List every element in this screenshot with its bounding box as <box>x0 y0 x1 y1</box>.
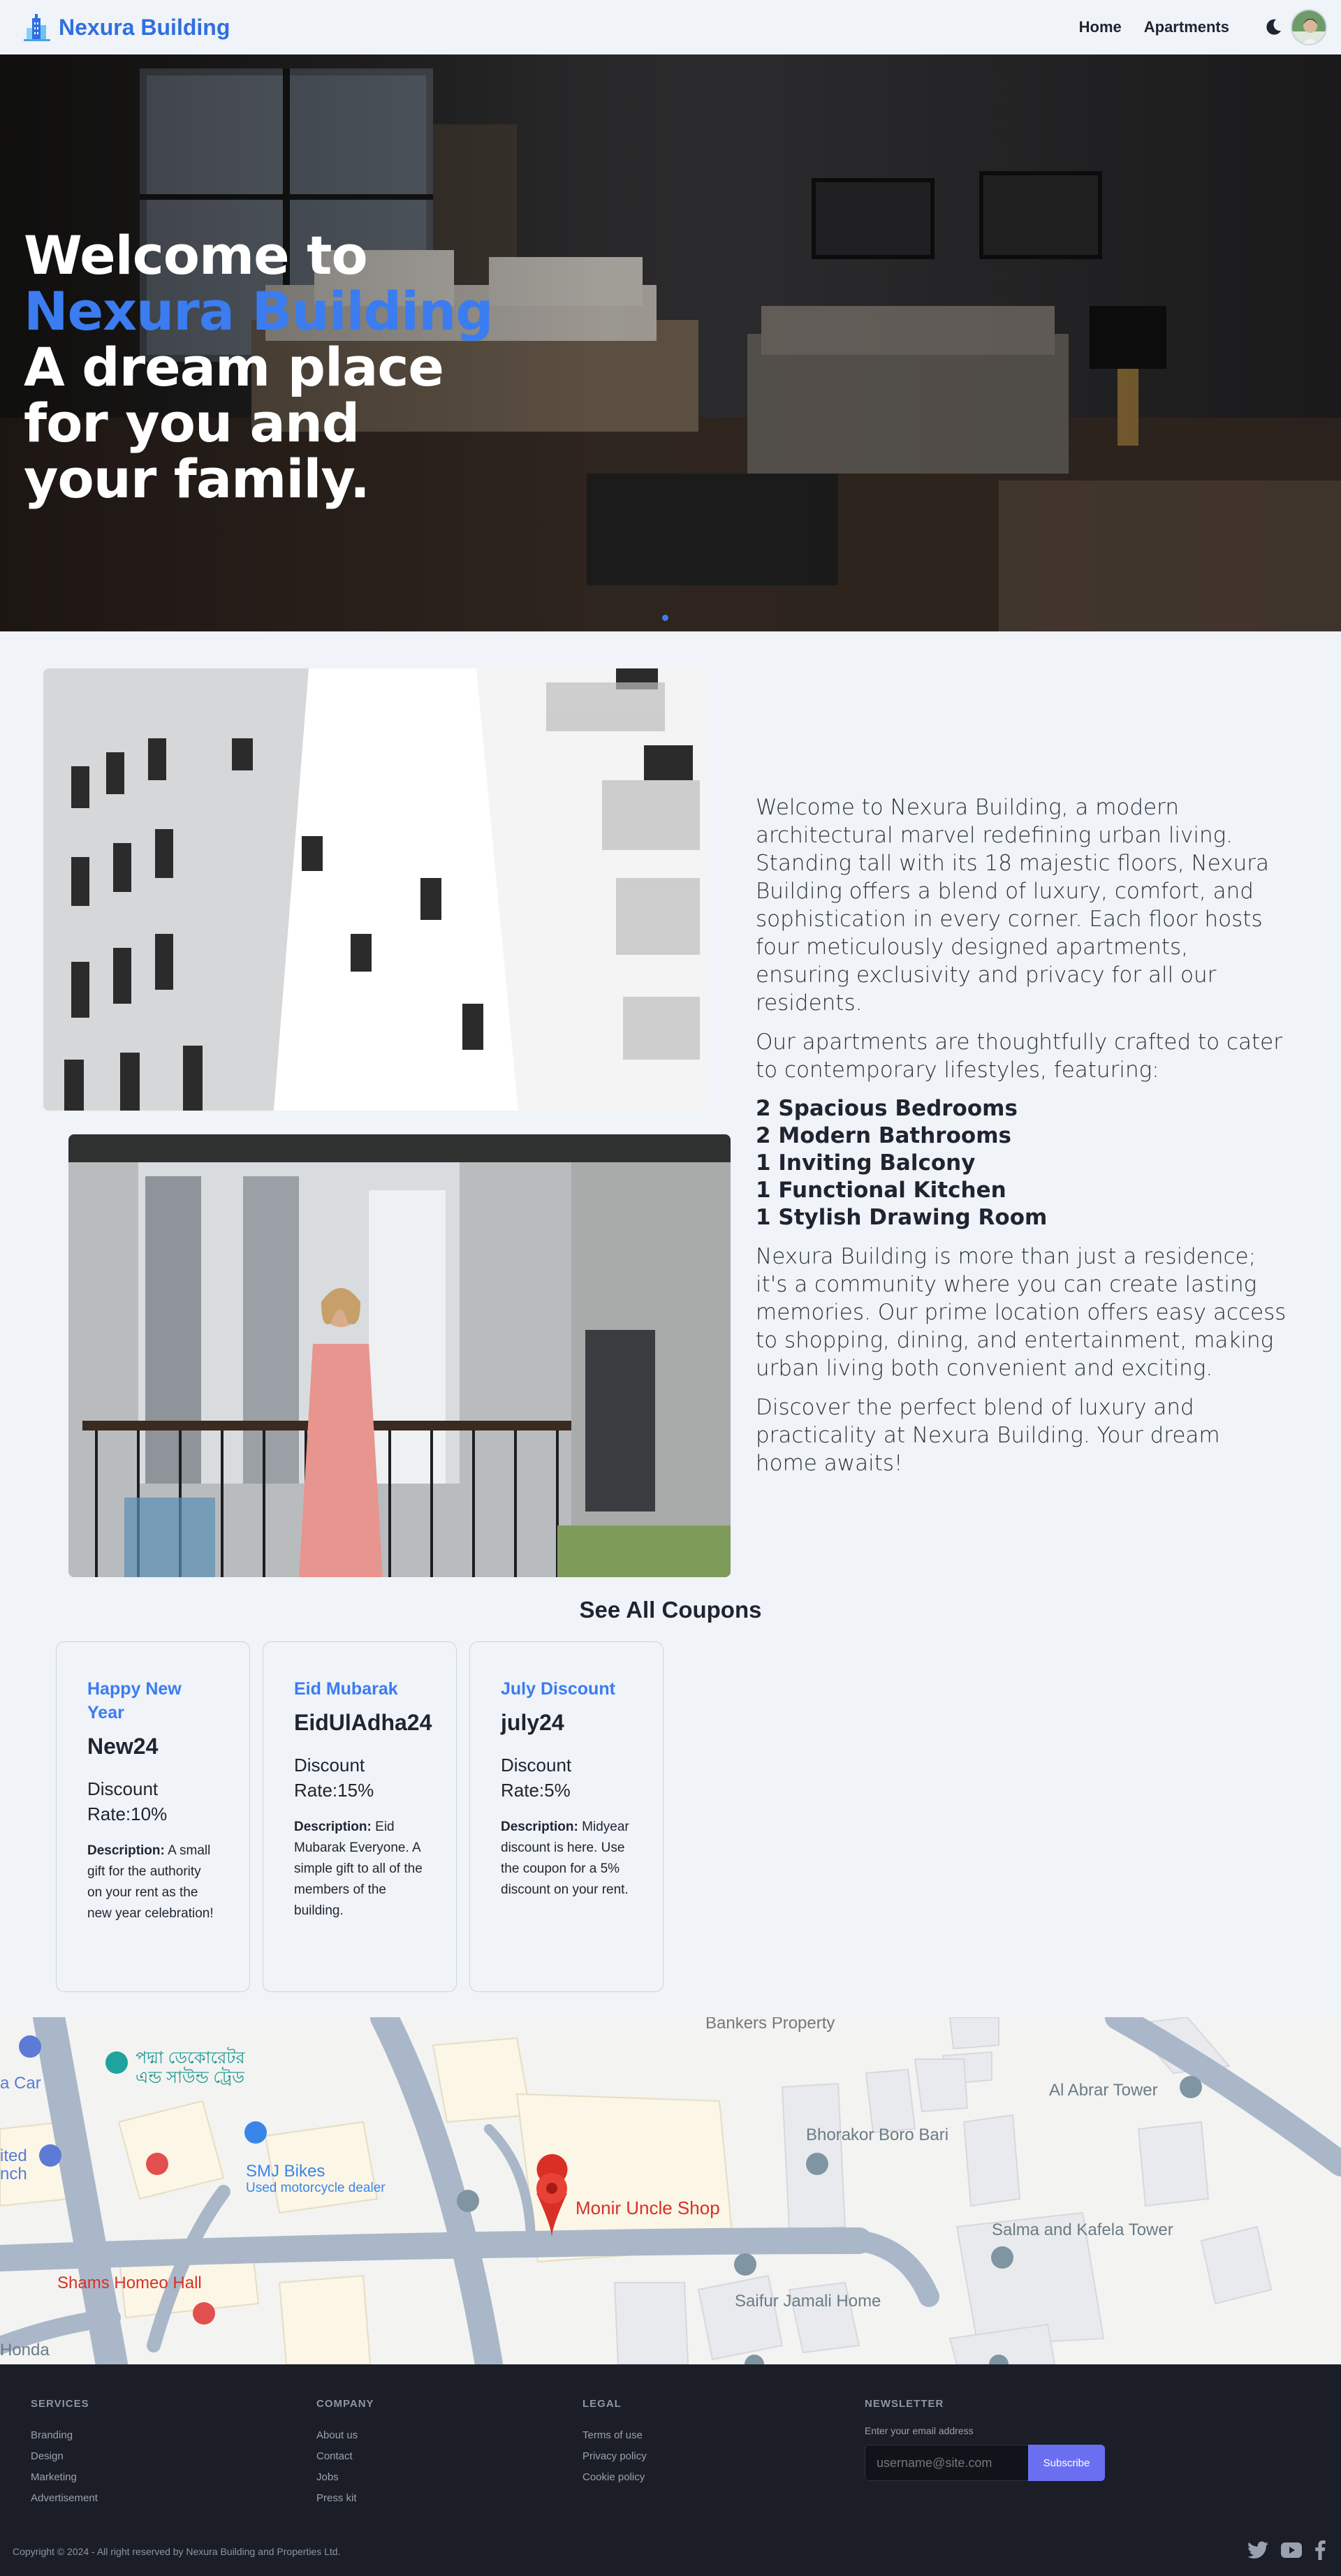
coupon-code: EidUlAdha24 <box>294 1710 432 1735</box>
coupon-description: Description: Midyear discount is here. U… <box>501 1817 632 1901</box>
nav-link-apartments[interactable]: Apartments <box>1144 18 1229 36</box>
newsletter-form: Subscribe <box>865 2445 1105 2481</box>
footer-link-branding[interactable]: Branding <box>31 2425 98 2446</box>
user-avatar[interactable] <box>1291 9 1327 45</box>
coupon-rate: Discount Rate:10% <box>87 1778 168 1824</box>
coupon-name: Happy New Year <box>87 1679 182 1722</box>
about-intro: Welcome to Nexura Building, a modern arc… <box>756 795 1270 1016</box>
subscribe-button[interactable]: Subscribe <box>1028 2445 1105 2481</box>
footer-heading: SERVICES <box>31 2398 89 2410</box>
feature-item: 1 Functional Kitchen <box>756 1178 1006 1203</box>
map-label-selected: Monir Uncle Shop <box>576 2197 720 2218</box>
building-logo-icon <box>24 14 50 41</box>
brand[interactable]: Nexura Building <box>21 11 230 43</box>
map-label: ited <box>0 2146 27 2165</box>
coupon-description: Description: Eid Mubarak Everyone. A sim… <box>294 1817 425 1922</box>
footer-link-presskit[interactable]: Press kit <box>316 2488 374 2509</box>
map-label: a Car <box>0 2074 41 2093</box>
map-label: Saifur Jamali Home <box>735 2292 881 2311</box>
coupon-description: Description: A small gift for the author… <box>87 1840 219 1924</box>
carousel-dot[interactable] <box>662 615 668 621</box>
location-map[interactable]: Bankers Property পদ্মা ডেকোরেটর এন্ড সাউ… <box>0 2017 1341 2364</box>
footer-heading: COMPANY <box>316 2398 374 2410</box>
footer-services: SERVICES Branding Design Marketing Adver… <box>31 2398 98 2509</box>
footer-link-privacy[interactable]: Privacy policy <box>582 2446 647 2467</box>
hero-banner: Welcome to Nexura Building A dream place… <box>0 54 1341 631</box>
about-closing: Discover the perfect blend of luxury and… <box>756 1395 1220 1476</box>
map-label: Bhorakor Boro Bari <box>806 2125 948 2144</box>
footer-link-cookie[interactable]: Cookie policy <box>582 2467 647 2488</box>
nav-menu: Home Apartments <box>1057 9 1327 45</box>
coupons-title: See All Coupons <box>579 1597 762 1623</box>
map-label: Bankers Property <box>705 2017 835 2033</box>
twitter-icon[interactable] <box>1247 2541 1268 2559</box>
hero-line-welcome: Welcome to <box>24 224 368 286</box>
footer: SERVICES Branding Design Marketing Adver… <box>0 2364 1341 2576</box>
feature-item: 1 Stylish Drawing Room <box>756 1205 1048 1230</box>
coupon-card[interactable]: July Discount july24 Discount Rate:5% De… <box>469 1641 664 1992</box>
about-section: Welcome to Nexura Building, a modern arc… <box>756 793 1287 1488</box>
footer-link-marketing[interactable]: Marketing <box>31 2467 98 2488</box>
brand-name: Nexura Building <box>59 14 230 40</box>
youtube-icon[interactable] <box>1281 2542 1302 2558</box>
hero-accent-brand: Nexura Building <box>24 280 494 342</box>
feature-item: 1 Inviting Balcony <box>756 1150 976 1176</box>
newsletter-email-input[interactable] <box>865 2445 1028 2481</box>
hero-heading: Welcome to Nexura Building A dream place… <box>24 228 499 507</box>
moon-icon <box>1266 19 1281 35</box>
facade-graphic <box>43 668 707 1111</box>
map-label: SMJ Bikes <box>246 2162 325 2181</box>
balcony-graphic <box>68 1134 731 1577</box>
feature-item: 2 Spacious Bedrooms <box>756 1096 1018 1121</box>
map-canvas: Bankers Property পদ্মা ডেকোরেটর এন্ড সাউ… <box>0 2017 1341 2364</box>
newsletter-label: Enter your email address <box>865 2425 974 2436</box>
coupon-code: New24 <box>87 1734 159 1759</box>
copyright-text: Copyright © 2024 - All right reserved by… <box>13 2546 341 2557</box>
features-list: 2 Spacious Bedrooms 2 Modern Bathrooms 1… <box>756 1095 1287 1231</box>
coupon-desc-text: Eid Mubarak Everyone. A simple gift to a… <box>294 1820 423 1918</box>
building-facade-image <box>43 668 707 1111</box>
about-community: Nexura Building is more than just a resi… <box>756 1244 1287 1381</box>
map-label: Shams Homeo Hall <box>57 2274 202 2292</box>
footer-newsletter: NEWSLETTER Enter your email address Subs… <box>865 2398 1105 2481</box>
feature-item: 2 Modern Bathrooms <box>756 1123 1011 1148</box>
footer-legal: LEGAL Terms of use Privacy policy Cookie… <box>582 2398 647 2488</box>
map-label: Honda <box>0 2341 50 2359</box>
footer-link-about[interactable]: About us <box>316 2425 374 2446</box>
coupon-desc-label: Description: <box>501 1820 578 1834</box>
coupon-rate: Discount Rate:5% <box>501 1755 572 1801</box>
coupon-card[interactable]: Happy New Year New24 Discount Rate:10% D… <box>56 1641 250 1992</box>
hero-line-dream: A dream place for you and your family. <box>24 336 444 510</box>
social-links <box>1247 2540 1326 2560</box>
avatar-photo-icon <box>1292 10 1326 44</box>
coupon-name: July Discount <box>501 1679 615 1699</box>
nav-link-home[interactable]: Home <box>1079 18 1122 36</box>
theme-toggle-button[interactable] <box>1263 17 1284 38</box>
coupon-rate: Discount Rate:15% <box>294 1755 374 1801</box>
footer-company: COMPANY About us Contact Jobs Press kit <box>316 2398 374 2509</box>
coupon-name: Eid Mubarak <box>294 1679 398 1699</box>
footer-heading: LEGAL <box>582 2398 622 2410</box>
facebook-icon[interactable] <box>1314 2540 1326 2560</box>
coupon-code: july24 <box>501 1710 564 1735</box>
footer-link-advertisement[interactable]: Advertisement <box>31 2488 98 2509</box>
map-label: এন্ড সাউন্ড ট্রেড <box>135 2067 244 2087</box>
footer-link-contact[interactable]: Contact <box>316 2446 374 2467</box>
navbar: Nexura Building Home Apartments <box>0 0 1341 54</box>
coupon-desc-label: Description: <box>294 1820 372 1834</box>
balcony-woman-image <box>68 1134 731 1577</box>
footer-heading: NEWSLETTER <box>865 2398 944 2410</box>
map-label: Used motorcycle dealer <box>246 2181 386 2195</box>
about-features-intro: Our apartments are thoughtfully crafted … <box>756 1030 1282 1083</box>
footer-link-terms[interactable]: Terms of use <box>582 2425 647 2446</box>
coupon-desc-label: Description: <box>87 1843 165 1858</box>
map-label: nch <box>0 2165 27 2183</box>
coupon-card[interactable]: Eid Mubarak EidUlAdha24 Discount Rate:15… <box>263 1641 457 1992</box>
footer-link-design[interactable]: Design <box>31 2446 98 2467</box>
map-label: পদ্মা ডেকোরেটর <box>135 2047 245 2068</box>
footer-link-jobs[interactable]: Jobs <box>316 2467 374 2488</box>
map-label: Al Abrar Tower <box>1049 2081 1158 2100</box>
map-label: Salma and Kafela Tower <box>992 2220 1173 2239</box>
